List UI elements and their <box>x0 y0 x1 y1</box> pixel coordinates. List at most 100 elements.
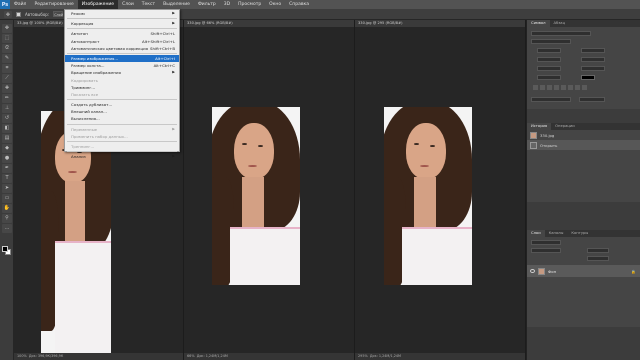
lasso-tool-icon[interactable]: ᘓ <box>2 44 12 53</box>
image-menu-item[interactable]: Режим ▶ <box>65 10 179 17</box>
image-menu-item[interactable]: Автоконтраст Alt+Shift+Ctrl+L <box>65 38 179 45</box>
font-size-field[interactable] <box>537 48 561 53</box>
underline-icon[interactable] <box>575 85 580 90</box>
menu-select[interactable]: Выделение <box>159 0 194 9</box>
language-select[interactable] <box>531 97 571 102</box>
zoom-tool-icon[interactable]: ⚲ <box>2 214 12 223</box>
horizontal-scale-field[interactable] <box>581 66 605 71</box>
history-step-open[interactable]: Открыть <box>527 140 640 150</box>
layer-filter-select[interactable] <box>531 240 561 245</box>
antialias-select[interactable] <box>579 97 605 102</box>
small-caps-icon[interactable] <box>554 85 559 90</box>
baseline-field[interactable] <box>537 75 561 80</box>
path-select-tool-icon[interactable]: ➤ <box>2 184 12 193</box>
blend-mode-select[interactable] <box>531 248 561 253</box>
dodge-tool-icon[interactable]: ● <box>2 154 12 163</box>
tab-layers[interactable]: Слои <box>527 230 545 237</box>
gradient-tool-icon[interactable]: ▤ <box>2 134 12 143</box>
clone-stamp-tool-icon[interactable]: ⊥ <box>2 104 12 113</box>
fill-field[interactable] <box>587 256 609 261</box>
tab-actions[interactable]: Операции <box>551 123 579 130</box>
image-menu-item[interactable]: Размер изображения... Alt+Ctrl+I <box>65 54 179 63</box>
menu-layers[interactable]: Слои <box>118 0 138 9</box>
zoom-level-3[interactable]: 295% <box>358 354 368 358</box>
menu-text[interactable]: Текст <box>138 0 159 9</box>
history-snapshot[interactable]: 330.jpg <box>527 130 640 140</box>
hand-tool-icon[interactable]: ✋ <box>2 204 12 213</box>
tab-character[interactable]: Символ <box>527 20 550 27</box>
brush-tool-icon[interactable]: ✏ <box>2 94 12 103</box>
submenu-arrow-icon: ▶ <box>172 11 175 15</box>
menu-filter[interactable]: Фильтр <box>194 0 220 9</box>
zoom-level-2[interactable]: 66% <box>187 354 195 358</box>
kerning-field[interactable] <box>537 57 561 62</box>
image-menu-item[interactable]: Вращение изображения ▶ <box>65 69 179 76</box>
image-menu-item[interactable]: Вычисления... <box>65 115 179 122</box>
leading-field[interactable] <box>581 48 605 53</box>
font-style-select[interactable] <box>531 39 571 44</box>
faux-bold-icon[interactable] <box>533 85 538 90</box>
menu-item-shortcut: Alt+Ctrl+I <box>155 55 175 61</box>
image-menu-item[interactable]: Создать дубликат... <box>65 101 179 108</box>
move-tool-icon[interactable]: ✥ <box>2 24 12 33</box>
move-tool-preset-icon[interactable]: ✥ <box>4 10 12 18</box>
menu-item-label: Режим <box>71 11 85 16</box>
menu-item-label: Показать все <box>71 91 99 97</box>
more-tools-icon[interactable]: … <box>2 224 12 233</box>
document-tab-2[interactable]: 330.jpg @ 66% (RGB/8#) <box>184 20 354 27</box>
vertical-scale-field[interactable] <box>537 66 561 71</box>
text-color-swatch[interactable] <box>581 75 595 80</box>
image-menu-item[interactable]: Размер холста... Alt+Ctrl+C <box>65 62 179 69</box>
subscript-icon[interactable] <box>568 85 573 90</box>
menu-separator <box>67 141 177 142</box>
document-canvas-2[interactable] <box>184 27 354 353</box>
all-caps-icon[interactable] <box>547 85 552 90</box>
zoom-level-1[interactable]: 100% <box>17 354 27 358</box>
autoselect-target-select[interactable]: Слой <box>53 11 64 17</box>
eyedropper-tool-icon[interactable]: ⟋ <box>2 74 12 83</box>
faux-italic-icon[interactable] <box>540 85 545 90</box>
image-menu-item[interactable]: Внешний канал... <box>65 108 179 115</box>
eraser-tool-icon[interactable]: ◧ <box>2 124 12 133</box>
document-tab-3[interactable]: 330.jpg @ 295 (RGB/8#) <box>355 20 525 27</box>
menu-file[interactable]: Файл <box>10 0 30 9</box>
image-menu-item[interactable]: Тримминг... <box>65 84 179 91</box>
tab-channels[interactable]: Каналы <box>545 230 568 237</box>
crop-tool-icon[interactable]: ⌗ <box>2 64 12 73</box>
history-brush-tool-icon[interactable]: ↺ <box>2 114 12 123</box>
tab-history[interactable]: История <box>527 123 552 130</box>
foreground-color-swatch[interactable] <box>2 246 8 252</box>
strikethrough-icon[interactable] <box>582 85 587 90</box>
layer-row-background[interactable]: Фон 🔒 <box>527 265 640 277</box>
healing-tool-icon[interactable]: ✚ <box>2 84 12 93</box>
document-canvas-3[interactable] <box>355 27 525 353</box>
autoselect-checkbox[interactable] <box>16 11 21 17</box>
doc-size-1: Док: 396,9К/396,9К <box>28 354 64 358</box>
menu-window[interactable]: Окно <box>265 0 285 9</box>
visibility-eye-icon[interactable] <box>530 269 535 273</box>
menu-help[interactable]: Справка <box>285 0 313 9</box>
marquee-tool-icon[interactable]: ⬚ <box>2 34 12 43</box>
superscript-icon[interactable] <box>561 85 566 90</box>
menu-item-shortcut: Shift+Ctrl+L <box>150 31 175 37</box>
pen-tool-icon[interactable]: ✒ <box>2 164 12 173</box>
tab-paragraph[interactable]: Абзац <box>550 20 570 27</box>
menu-image[interactable]: Изображение <box>77 0 119 9</box>
font-family-select[interactable] <box>531 31 591 36</box>
menu-edit[interactable]: Редактирование <box>30 0 77 9</box>
layers-panel: Фон 🔒 <box>527 237 640 327</box>
menu-view[interactable]: Просмотр <box>234 0 265 9</box>
shape-tool-icon[interactable]: ▭ <box>2 194 12 203</box>
image-menu-item[interactable]: Автоматическая цветовая коррекция Shift+C… <box>65 45 179 52</box>
blur-tool-icon[interactable]: ◆ <box>2 144 12 153</box>
image-menu-item[interactable]: Анализ ▶ <box>65 153 179 160</box>
type-tool-icon[interactable]: T <box>2 174 12 183</box>
menu-3d[interactable]: 3D <box>220 0 234 9</box>
tab-paths[interactable]: Контуры <box>567 230 592 237</box>
opacity-field[interactable] <box>587 248 609 253</box>
tracking-field[interactable] <box>581 57 605 62</box>
image-menu-item[interactable]: Коррекция ▶ <box>65 20 179 27</box>
quick-select-tool-icon[interactable]: ✎ <box>2 54 12 63</box>
menu-item-label: Анализ <box>71 154 86 160</box>
image-menu-item[interactable]: Автотон Shift+Ctrl+L <box>65 30 179 37</box>
